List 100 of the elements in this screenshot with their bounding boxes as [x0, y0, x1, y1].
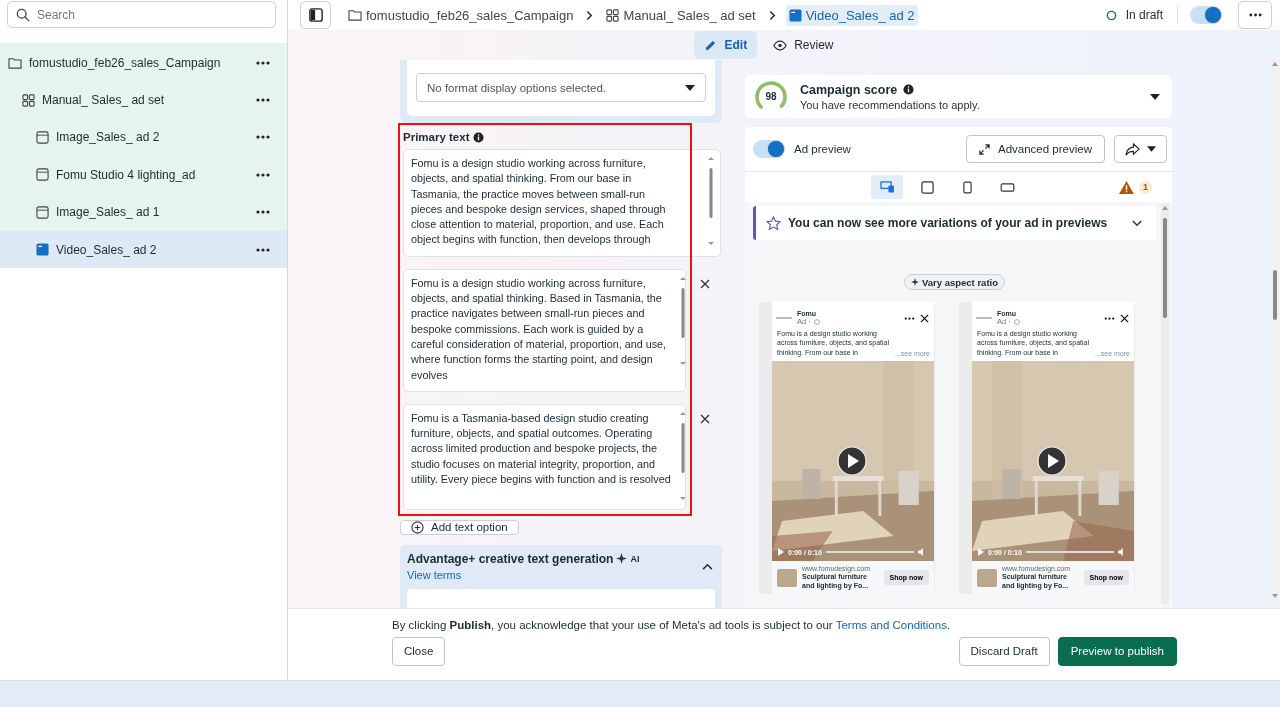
score-subtitle: You have recommendations to apply. [800, 98, 981, 111]
expand-icon [979, 143, 990, 155]
preview-to-publish-button[interactable]: Preview to publish [1057, 637, 1177, 666]
sparkle-icon [616, 553, 628, 565]
toggle-switch[interactable] [1190, 6, 1222, 24]
scrollbar[interactable] [1271, 60, 1279, 600]
more-icon [1248, 13, 1262, 17]
product-thumbnail [977, 568, 997, 587]
devices-icon [879, 181, 895, 193]
more-icon[interactable] [256, 98, 270, 103]
scrollbar-icon [679, 275, 687, 366]
portrait-icon [962, 180, 972, 194]
close-icon [700, 278, 710, 289]
text-option-field[interactable]: Fomu is a design studio working across furniture, objects, and spatial thinking. Based in Tasmania, the practice navigates between small-run pieces and bespoke commissions. Each work is guided by a careful consideration of material, proportion, and use, where function forms the starting point, and design evolves [403, 268, 686, 392]
ad-preview-label: Ad preview [794, 143, 851, 155]
play-icon[interactable] [778, 548, 784, 557]
folder-icon [8, 56, 22, 69]
chevron-up-icon[interactable] [702, 562, 713, 570]
ai-label: AI [630, 553, 640, 564]
close-icon[interactable] [920, 313, 929, 323]
more-icon[interactable] [1104, 316, 1115, 320]
discard-draft-button[interactable]: Discard Draft [958, 637, 1050, 666]
caret-icon[interactable] [1150, 93, 1160, 100]
advanced-preview-button[interactable]: Advanced preview [966, 135, 1105, 163]
toggle-switch[interactable] [753, 140, 785, 158]
search-icon [16, 8, 30, 22]
breadcrumb-link[interactable]: Video_Sales_ ad 2 [785, 4, 918, 26]
breadcrumb-link[interactable]: fomustudio_feb26_sales_Campaign [345, 4, 577, 26]
globe-icon [1013, 318, 1020, 325]
scrollbar-icon [707, 156, 715, 246]
caret-icon [1147, 146, 1156, 152]
text-option-field[interactable]: Fomu is a design studio working across furniture, objects, and spatial thinking. From our base in Tasmania, the practice moves between small-run pieces and bespoke design services, shaped through close attention to material, proportion, and use. Each object begins with function, then develops through [403, 149, 721, 257]
status-ring-icon [1105, 9, 1117, 21]
info-icon [903, 84, 915, 95]
chevron-down-icon[interactable] [1132, 219, 1142, 227]
sidebar-icon [308, 8, 323, 22]
section-title: Primary text [403, 131, 470, 143]
grid-icon [606, 8, 620, 22]
globe-icon [813, 318, 820, 325]
more-icon[interactable] [256, 135, 270, 140]
scrollbar[interactable] [1161, 204, 1169, 604]
share-icon [1125, 142, 1140, 156]
score-value: 98 [765, 91, 777, 102]
plus-circle-icon [411, 520, 424, 534]
breadcrumb-link[interactable]: Manual_ Sales_ ad set [603, 4, 759, 26]
play-button-icon[interactable] [1037, 446, 1067, 477]
view-terms-link[interactable]: View terms [407, 568, 640, 581]
caret-icon [685, 84, 695, 91]
vary-aspect-ratio-chip[interactable]: Vary aspect ratio [903, 274, 1005, 290]
star-icon [766, 215, 781, 231]
more-icon[interactable] [256, 60, 270, 65]
tree-item[interactable]: Fomu Studio 4 lighting_ad [0, 156, 287, 194]
play-button-icon[interactable] [837, 446, 867, 477]
window-icon [36, 168, 49, 182]
tree-item[interactable]: Video_Sales_ ad 2 [0, 230, 287, 269]
close-icon [700, 413, 710, 424]
warning-icon [1119, 180, 1134, 194]
terms-notice: By clicking Publish, you acknowledge that your use of Meta's ad tools is subject to our Terms and Conditions. [392, 619, 952, 631]
section-title: Advantage+ creative text generation [407, 551, 614, 566]
window-icon [788, 8, 802, 22]
square-icon [920, 180, 934, 194]
chevron-right-icon [768, 9, 776, 21]
tree-item[interactable]: Image_Sales_ ad 1 [0, 193, 287, 231]
text-option-field[interactable]: Fomu is a Tasmania-based design studio creating furniture, objects, and spatial outcomes. Operating across limited production and bespoke projects, the studio focuses on material integrity, proportion, and utility. Every piece begins with function and is resolved [403, 403, 686, 510]
mode-tab[interactable]: Review [763, 31, 844, 59]
close-icon[interactable] [1120, 313, 1129, 323]
banner-text: You can now see more variations of your ad in previews [788, 216, 1109, 230]
volume-icon[interactable] [918, 548, 926, 557]
close-button[interactable]: Close [392, 637, 446, 666]
terms-link[interactable]: Terms and Conditions [835, 619, 947, 631]
warning-count-badge: 1 [1139, 180, 1152, 194]
product-thumbnail [777, 568, 797, 587]
tree-item[interactable]: fomustudio_feb26_sales_Campaign [0, 44, 287, 82]
landscape-icon [999, 182, 1015, 192]
tree-item[interactable]: Image_Sales_ ad 2 [0, 118, 287, 157]
volume-icon[interactable] [1118, 548, 1126, 557]
pencil-icon [704, 38, 718, 52]
search-field[interactable]: Search [7, 1, 276, 28]
sidebar-toggle-button[interactable] [300, 1, 331, 29]
window-icon [36, 243, 49, 257]
more-icon[interactable] [256, 247, 270, 252]
folder-icon [348, 9, 362, 21]
more-icon[interactable] [256, 172, 270, 177]
eye-icon [773, 39, 788, 51]
placement-tab[interactable] [871, 175, 903, 199]
sparkle-icon [910, 278, 919, 286]
format-dropdown[interactable]: No format display options selected. [416, 73, 706, 102]
scrollbar-icon [679, 410, 687, 501]
more-icon[interactable] [256, 210, 270, 215]
status-label: In draft [1125, 8, 1163, 22]
info-icon [473, 131, 485, 143]
window-icon [36, 205, 49, 219]
add-text-option-button[interactable]: Add text option [400, 519, 519, 535]
grid-icon [22, 93, 35, 107]
more-icon[interactable] [904, 316, 915, 320]
chevron-right-icon [586, 9, 594, 21]
tree-item[interactable]: Manual_ Sales_ ad set [0, 81, 287, 119]
share-button[interactable] [1114, 135, 1167, 163]
mode-tab[interactable]: Edit [694, 31, 758, 59]
play-icon[interactable] [978, 548, 984, 557]
